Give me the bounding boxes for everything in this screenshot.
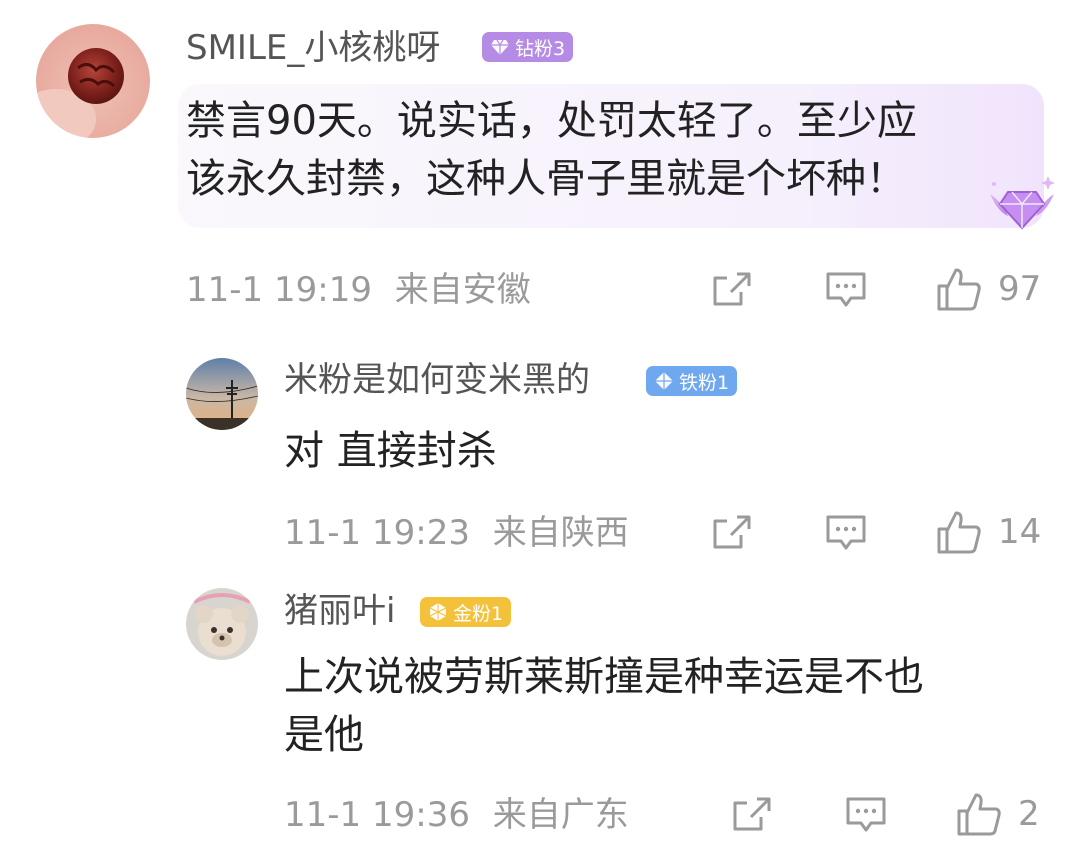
- reply-button[interactable]: [845, 795, 887, 835]
- like-button[interactable]: 14: [936, 509, 1041, 555]
- timestamp: 11-1 19:19: [186, 270, 372, 310]
- content-line: 对 直接封杀: [284, 428, 497, 474]
- diamond-icon: [655, 372, 673, 390]
- comment-icon: [826, 272, 866, 307]
- reply-meta: 11-1 19:23 来自陕西: [284, 511, 629, 555]
- content-line: 禁言90天。说实话，处罚太轻了。至少应: [186, 98, 917, 144]
- username[interactable]: 猪丽叶i: [284, 589, 395, 633]
- location: 来自陕西: [492, 513, 629, 553]
- avatar[interactable]: [186, 588, 258, 660]
- reply-button[interactable]: [825, 270, 867, 310]
- comment-icon: [826, 515, 866, 550]
- thumbs-up-icon: [937, 268, 981, 311]
- timestamp: 11-1 19:36: [284, 795, 470, 835]
- reply-button[interactable]: [825, 513, 867, 553]
- thumbs-up-icon: [957, 793, 1001, 836]
- content-line: 是他: [284, 712, 364, 758]
- like-count: 2: [1018, 794, 1040, 834]
- share-button[interactable]: [711, 513, 753, 553]
- reply-meta: 11-1 19:36 来自广东: [284, 793, 629, 837]
- timestamp: 11-1 19:23: [284, 513, 470, 553]
- vip-diamond-decoration: [984, 172, 1060, 232]
- content-line: 该永久封禁，这种人骨子里就是个坏种！: [186, 156, 906, 202]
- share-icon: [713, 515, 751, 549]
- comment-content: 禁言90天。说实话，处罚太轻了。至少应 该永久封禁，这种人骨子里就是个坏种！: [186, 92, 917, 208]
- comment-icon: [846, 797, 886, 832]
- like-count: 14: [998, 512, 1042, 552]
- content-line: 上次说被劳斯莱斯撞是种幸运是不也: [284, 654, 924, 700]
- diamond-icon: [429, 603, 447, 621]
- fan-badge[interactable]: 铁粉1: [646, 366, 738, 396]
- share-button[interactable]: [711, 270, 753, 310]
- badge-label: 钻粉3: [515, 37, 566, 60]
- avatar[interactable]: [36, 24, 150, 138]
- share-button[interactable]: [731, 795, 773, 835]
- comment-meta: 11-1 19:19 来自安徽: [186, 268, 531, 312]
- badge-label: 金粉1: [453, 602, 504, 625]
- like-button[interactable]: 2: [956, 791, 1040, 837]
- avatar[interactable]: [186, 358, 258, 430]
- username[interactable]: SMILE_小核桃呀: [186, 26, 440, 70]
- reply-content: 上次说被劳斯莱斯撞是种幸运是不也 是他: [284, 648, 924, 764]
- reply-content: 对 直接封杀: [284, 422, 497, 480]
- badge-label: 铁粉1: [679, 371, 730, 394]
- like-button[interactable]: 97: [936, 266, 1041, 312]
- location: 来自广东: [492, 795, 629, 835]
- location: 来自安徽: [394, 270, 531, 310]
- share-icon: [713, 272, 751, 306]
- share-icon: [733, 797, 771, 831]
- like-count: 97: [998, 269, 1042, 309]
- fan-badge[interactable]: 金粉1: [420, 597, 512, 627]
- fan-badge[interactable]: 钻粉3: [482, 32, 574, 62]
- diamond-icon: [491, 39, 509, 55]
- thumbs-up-icon: [937, 511, 981, 554]
- username[interactable]: 米粉是如何变米黑的: [284, 358, 590, 402]
